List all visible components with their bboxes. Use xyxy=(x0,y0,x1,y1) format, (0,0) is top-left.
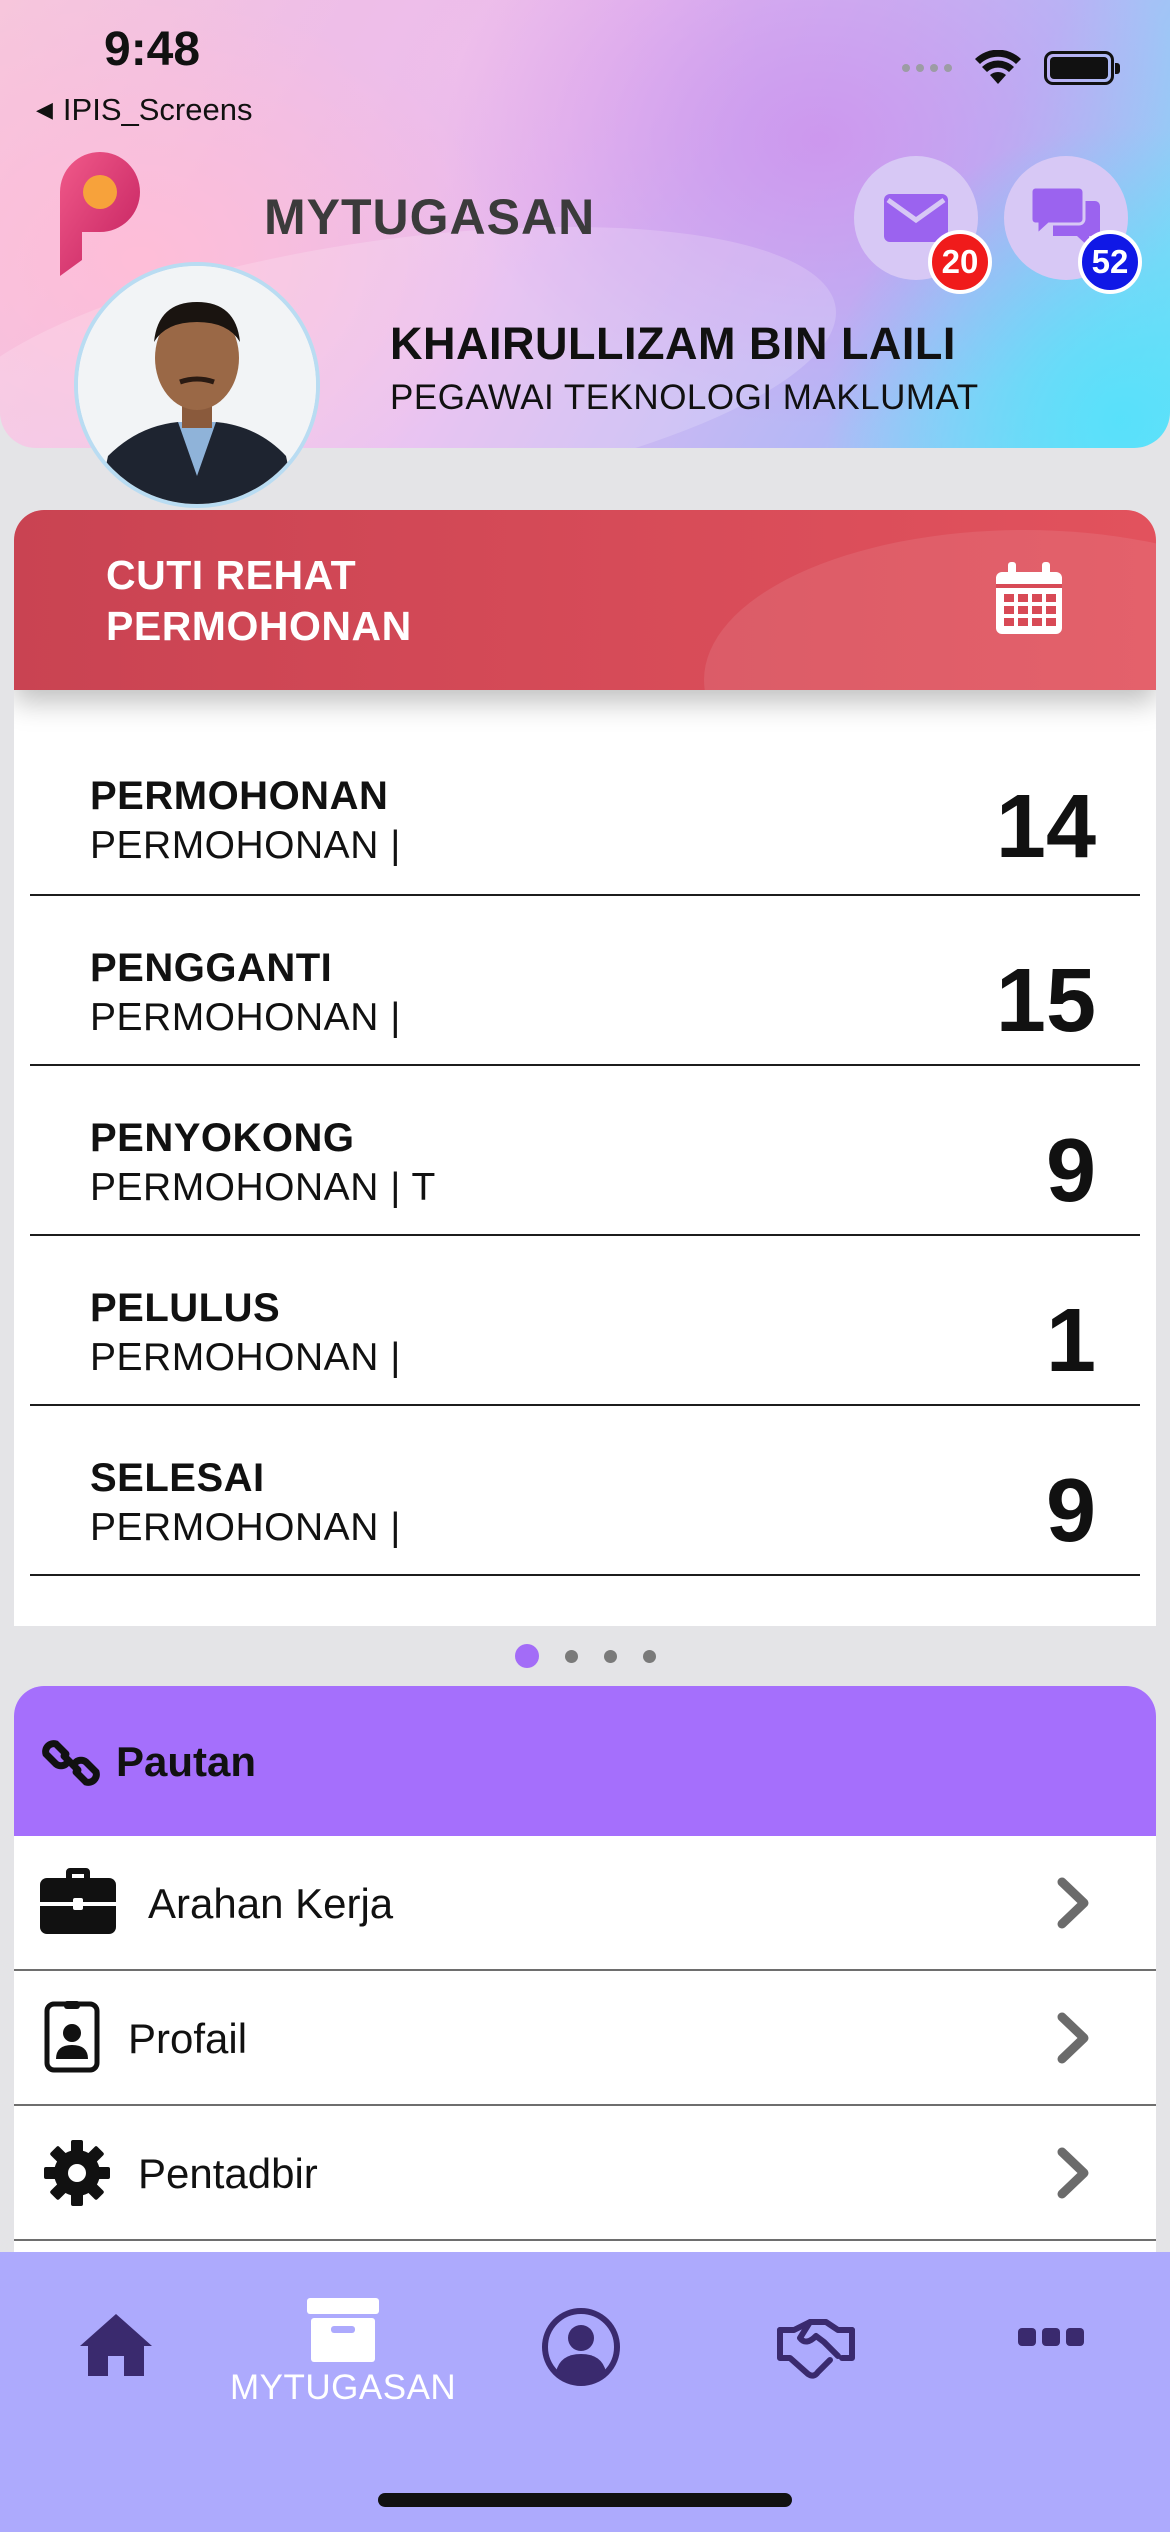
leave-summary-card[interactable]: CUTI REHAT PERMOHONAN PERMOHONAN PERMOHO… xyxy=(14,510,1156,1626)
chat-button[interactable]: 52 xyxy=(1004,156,1142,294)
id-badge-icon xyxy=(44,2001,100,2073)
leave-row-sub: PERMOHONAN | xyxy=(90,996,401,1039)
nav-handshake[interactable] xyxy=(776,2318,856,2380)
leave-row-label: PERMOHONAN xyxy=(90,774,389,818)
link-chain-icon xyxy=(42,1740,100,1786)
leave-card-header: CUTI REHAT PERMOHONAN xyxy=(14,510,1156,690)
home-icon xyxy=(80,2314,152,2376)
pager-dot-2[interactable] xyxy=(564,1650,578,1663)
link-profail[interactable]: Profail xyxy=(14,1971,1156,2106)
pager-dot-1[interactable] xyxy=(514,1644,539,1668)
cellular-signal-icon xyxy=(902,64,952,72)
leave-row-count: 9 xyxy=(1045,1121,1096,1221)
leave-row-sub: PERMOHONAN | xyxy=(90,1336,401,1379)
user-circle-icon xyxy=(542,2308,620,2386)
leave-row-pelulus[interactable]: PELULUS PERMOHONAN | 1 xyxy=(30,1236,1140,1406)
back-triangle-icon: ◀ xyxy=(36,97,53,122)
more-icon xyxy=(1018,2328,1084,2346)
status-time: 9:48 xyxy=(104,23,201,76)
leave-row-count: 14 xyxy=(995,777,1096,877)
app-title: MYTUGASAN xyxy=(264,189,596,245)
chevron-right-icon xyxy=(1057,1877,1089,1929)
link-label: Arahan Kerja xyxy=(148,1880,394,1927)
links-card-header: Pautan xyxy=(14,1686,1156,1836)
nav-home[interactable] xyxy=(78,2312,154,2378)
messages-count-badge: 20 xyxy=(928,230,992,294)
user-role: PEGAWAI TEKNOLOGI MAKLUMAT xyxy=(390,378,979,417)
app-logo xyxy=(60,152,140,276)
envelope-icon xyxy=(884,194,948,242)
link-label: Profail xyxy=(128,2015,248,2062)
leave-row-permohonan[interactable]: PERMOHONAN PERMOHONAN | 14 xyxy=(30,710,1140,896)
user-photo xyxy=(78,266,316,504)
wifi-icon xyxy=(975,50,1021,84)
links-card-title: Pautan xyxy=(116,1738,257,1785)
chat-count-badge: 52 xyxy=(1078,230,1142,294)
avatar[interactable] xyxy=(74,262,320,508)
pager-dot-3[interactable] xyxy=(603,1650,617,1663)
leave-status-list: PERMOHONAN PERMOHONAN | 14 PENGGANTI PER… xyxy=(30,710,1140,1576)
leave-card-title: CUTI REHAT PERMOHONAN xyxy=(106,550,412,652)
status-icons xyxy=(902,50,1120,86)
leave-row-penyokong[interactable]: PENYOKONG PERMOHONAN | T 9 xyxy=(30,1066,1140,1236)
links-card: Pautan Arahan Kerja Profail Pentadbir xyxy=(14,1686,1156,2256)
link-label: Pentadbir xyxy=(138,2150,318,2197)
archive-icon xyxy=(307,2298,380,2362)
battery-icon xyxy=(1044,51,1120,85)
link-pentadbir[interactable]: Pentadbir xyxy=(14,2106,1156,2241)
back-app-label: IPIS_Screens xyxy=(62,92,253,127)
nav-mytugasan[interactable]: MYTUGASAN xyxy=(230,2298,456,2408)
card-pager[interactable] xyxy=(0,1644,1170,1668)
chevron-right-icon xyxy=(1057,2147,1089,2199)
leave-title-line1: CUTI REHAT xyxy=(106,552,357,598)
leave-row-label: SELESAI xyxy=(90,1456,265,1500)
home-indicator xyxy=(378,2493,792,2507)
leave-row-count: 9 xyxy=(1045,1461,1096,1561)
header-decoration xyxy=(704,530,1156,690)
leave-row-sub: PERMOHONAN | T xyxy=(90,1166,436,1209)
leave-row-sub: PERMOHONAN | xyxy=(90,824,401,867)
pager-dot-4[interactable] xyxy=(642,1650,656,1663)
handshake-icon xyxy=(777,2319,855,2379)
user-name: KHAIRULLIZAM BIN LAILI xyxy=(390,318,956,369)
nav-profile[interactable] xyxy=(542,2308,620,2386)
link-arahan-kerja[interactable]: Arahan Kerja xyxy=(14,1836,1156,1971)
leave-title-line2: PERMOHONAN xyxy=(106,603,412,649)
nav-more[interactable] xyxy=(1018,2326,1084,2348)
chevron-right-icon xyxy=(1057,2012,1089,2064)
leave-row-count: 15 xyxy=(995,951,1096,1051)
leave-row-sub: PERMOHONAN | xyxy=(90,1506,401,1549)
leave-row-selesai[interactable]: SELESAI PERMOHONAN | 9 xyxy=(30,1406,1140,1576)
back-to-app-link[interactable]: ◀ IPIS_Screens xyxy=(36,92,252,128)
leave-row-pengganti[interactable]: PENGGANTI PERMOHONAN | 15 xyxy=(30,896,1140,1066)
gear-icon xyxy=(44,2140,110,2206)
messages-button[interactable]: 20 xyxy=(854,156,992,294)
leave-row-label: PENGGANTI xyxy=(90,946,333,990)
nav-mytugasan-label: MYTUGASAN xyxy=(230,2368,457,2407)
leave-row-label: PENYOKONG xyxy=(90,1116,355,1160)
calendar-icon[interactable] xyxy=(994,562,1064,636)
bottom-navigation: MYTUGASAN xyxy=(0,2252,1170,2532)
leave-row-label: PELULUS xyxy=(90,1286,281,1330)
leave-row-count: 1 xyxy=(1045,1291,1096,1391)
briefcase-icon xyxy=(40,1868,116,1934)
